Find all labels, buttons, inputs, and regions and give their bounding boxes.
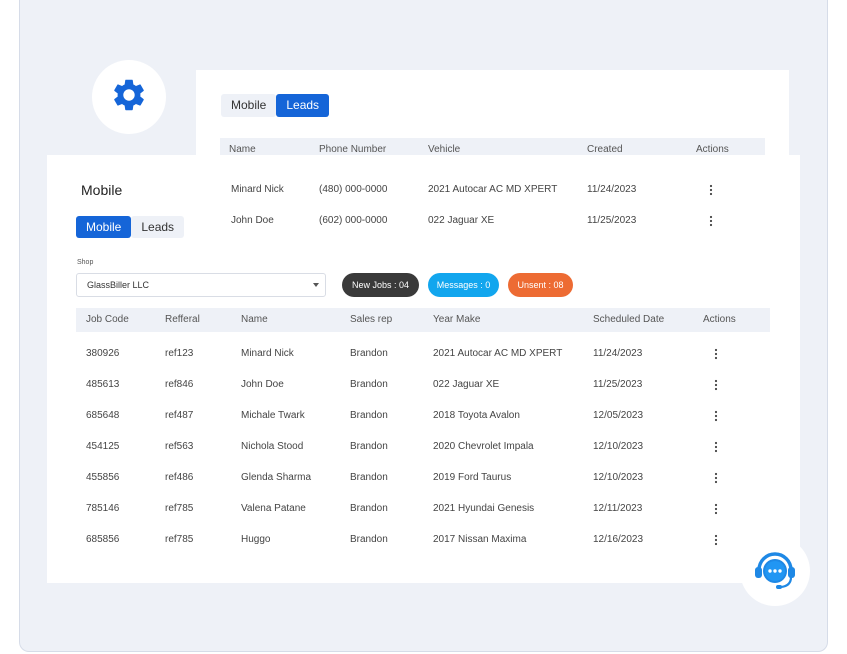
scheduled-date: 11/25/2023 bbox=[593, 379, 643, 390]
customer-name: Michale Twark bbox=[241, 410, 305, 421]
job-code: 685856 bbox=[86, 534, 120, 545]
sales-rep: Brandon bbox=[350, 379, 388, 390]
leads-rows-layer: Minard Nick (480) 000-0000 2021 Autocar … bbox=[196, 70, 789, 270]
column-header-scheduled-date: Scheduled Date bbox=[593, 314, 665, 325]
referral: ref563 bbox=[165, 441, 194, 452]
lead-name: John Doe bbox=[231, 215, 274, 226]
table-row[interactable]: John Doe (602) 000-0000 022 Jaguar XE 11… bbox=[220, 209, 765, 233]
scheduled-date: 12/10/2023 bbox=[593, 472, 644, 483]
job-code: 455856 bbox=[86, 472, 120, 483]
kebab-menu-icon[interactable] bbox=[710, 534, 722, 546]
new-jobs-badge[interactable]: New Jobs : 04 bbox=[342, 273, 419, 297]
kebab-menu-icon[interactable] bbox=[710, 348, 722, 360]
referral: ref487 bbox=[165, 410, 194, 421]
year-make: 022 Jaguar XE bbox=[433, 379, 500, 390]
table-row[interactable]: 685856 ref785 Huggo Brandon 2017 Nissan Maxi… bbox=[76, 528, 770, 552]
scheduled-date: 12/16/2023 bbox=[593, 534, 644, 545]
column-header-job-code: Job Code bbox=[86, 314, 129, 325]
settings-badge[interactable] bbox=[92, 60, 166, 134]
caret-down-icon bbox=[313, 283, 319, 287]
job-code: 785146 bbox=[86, 503, 120, 514]
scheduled-date: 12/10/2023 bbox=[593, 441, 644, 452]
year-make: 2018 Toyota Avalon bbox=[433, 410, 520, 421]
sales-rep: Brandon bbox=[350, 441, 388, 452]
table-row[interactable]: Minard Nick (480) 000-0000 2021 Autocar … bbox=[220, 178, 765, 202]
year-make: 2021 Hyundai Genesis bbox=[433, 503, 535, 514]
table-row[interactable]: 455856 ref486 Glenda Sharma Brandon 2019 For… bbox=[76, 466, 770, 490]
shop-select[interactable]: GlassBiller LLC bbox=[76, 273, 326, 297]
kebab-menu-icon[interactable] bbox=[710, 410, 722, 422]
lead-phone: (602) 000-0000 bbox=[319, 215, 388, 226]
referral: ref123 bbox=[165, 348, 194, 359]
lead-vehicle: 022 Jaguar XE bbox=[428, 215, 495, 226]
year-make: 2020 Chevrolet Impala bbox=[433, 441, 534, 452]
column-header-year-make: Year Make bbox=[433, 314, 481, 325]
job-code: 454125 bbox=[86, 441, 120, 452]
kebab-menu-icon[interactable] bbox=[705, 215, 717, 227]
sales-rep: Brandon bbox=[350, 410, 388, 421]
referral: ref486 bbox=[165, 472, 194, 483]
sales-rep: Brandon bbox=[350, 503, 388, 514]
job-code: 685648 bbox=[86, 410, 120, 421]
mobile-tab-bar: Mobile Leads bbox=[76, 216, 185, 238]
table-row[interactable]: 380926 ref123 Minard Nick Brandon 2021 Autoc… bbox=[76, 342, 770, 366]
kebab-menu-icon[interactable] bbox=[710, 441, 722, 453]
scheduled-date: 12/05/2023 bbox=[593, 410, 644, 421]
table-row[interactable]: 454125 ref563 Nichola Stood Brandon 2020 Che… bbox=[76, 435, 770, 459]
kebab-menu-icon[interactable] bbox=[710, 379, 722, 391]
column-header-referral: Refferal bbox=[165, 314, 200, 325]
job-code: 380926 bbox=[86, 348, 120, 359]
tab-leads[interactable]: Leads bbox=[131, 216, 185, 238]
shop-select-value: GlassBiller LLC bbox=[87, 280, 150, 290]
kebab-menu-icon[interactable] bbox=[710, 472, 722, 484]
year-make: 2017 Nissan Maxima bbox=[433, 534, 527, 545]
column-header-sales-rep: Sales rep bbox=[350, 314, 393, 325]
page-title: Mobile bbox=[81, 182, 123, 198]
kebab-menu-icon[interactable] bbox=[710, 503, 722, 515]
lead-phone: (480) 000-0000 bbox=[319, 184, 388, 195]
customer-name: John Doe bbox=[241, 379, 284, 390]
support-chat-button[interactable] bbox=[740, 536, 810, 606]
jobs-table-header: Job Code Refferal Name Sales rep Year Ma… bbox=[76, 308, 770, 332]
messages-badge[interactable]: Messages : 0 bbox=[428, 273, 499, 297]
headset-chat-icon bbox=[750, 544, 800, 599]
shop-label: Shop bbox=[77, 259, 94, 266]
table-row[interactable]: 685648 ref487 Michale Twark Brandon 2018 Toy… bbox=[76, 404, 770, 428]
sales-rep: Brandon bbox=[350, 534, 388, 545]
customer-name: Valena Patane bbox=[241, 503, 306, 514]
year-make: 2019 Ford Taurus bbox=[433, 472, 512, 483]
lead-created: 11/24/2023 bbox=[587, 184, 637, 195]
lead-name: Minard Nick bbox=[231, 184, 284, 195]
unsent-badge[interactable]: Unsent : 08 bbox=[508, 273, 573, 297]
customer-name: Glenda Sharma bbox=[241, 472, 312, 483]
sales-rep: Brandon bbox=[350, 472, 388, 483]
lead-created: 11/25/2023 bbox=[587, 215, 637, 226]
customer-name: Minard Nick bbox=[241, 348, 294, 359]
customer-name: Huggo bbox=[241, 534, 271, 545]
referral: ref785 bbox=[165, 534, 194, 545]
table-row[interactable]: 485613 ref846 John Doe Brandon 022 Jaguar XE… bbox=[76, 373, 770, 397]
referral: ref785 bbox=[165, 503, 194, 514]
column-header-actions: Actions bbox=[703, 314, 736, 325]
lead-vehicle: 2021 Autocar AC MD XPERT bbox=[428, 184, 558, 195]
scheduled-date: 12/11/2023 bbox=[593, 503, 643, 514]
referral: ref846 bbox=[165, 379, 194, 390]
scheduled-date: 11/24/2023 bbox=[593, 348, 643, 359]
job-code: 485613 bbox=[86, 379, 120, 390]
customer-name: Nichola Stood bbox=[241, 441, 304, 452]
tab-mobile[interactable]: Mobile bbox=[76, 216, 132, 238]
gear-icon bbox=[110, 76, 148, 119]
kebab-menu-icon[interactable] bbox=[705, 184, 717, 196]
sales-rep: Brandon bbox=[350, 348, 388, 359]
table-row[interactable]: 785146 ref785 Valena Patane Brandon 2021 Hyu… bbox=[76, 497, 770, 521]
column-header-name: Name bbox=[241, 314, 268, 325]
year-make: 2021 Autocar AC MD XPERT bbox=[433, 348, 563, 359]
